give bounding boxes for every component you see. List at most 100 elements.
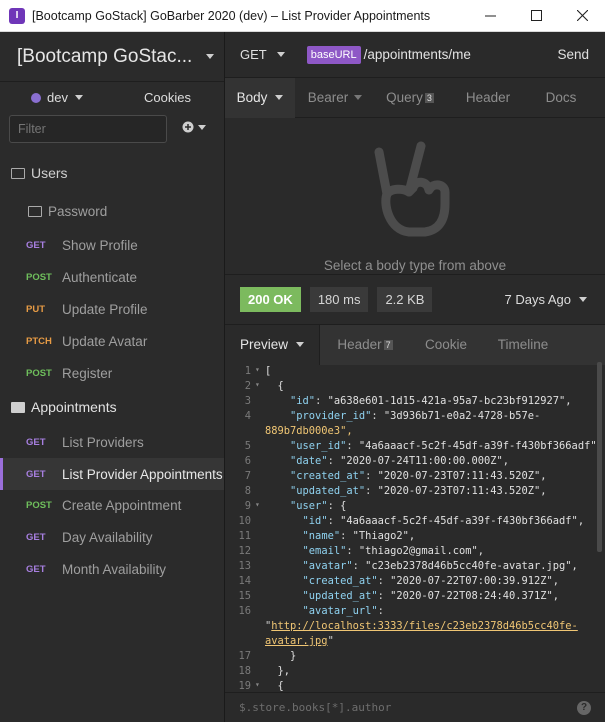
folder-users[interactable]: Users: [0, 157, 224, 189]
environment-selector[interactable]: dev: [31, 90, 83, 105]
tab-cookie[interactable]: Cookie: [410, 324, 482, 365]
request-label: Show Profile: [62, 237, 138, 253]
json-line: 11 "name": "Thiago2",: [225, 530, 605, 545]
help-icon[interactable]: ?: [577, 700, 591, 715]
response-filter-input[interactable]: $.store.books[*].author: [239, 701, 391, 714]
json-line-text: "email": "thiago2@gmail.com",: [302, 545, 484, 557]
sidebar-item-register[interactable]: POST Register: [0, 357, 224, 389]
plus-circle-icon: [182, 121, 194, 133]
json-line: 14 "created_at": "2020-07-22T07:00:39.91…: [225, 575, 605, 590]
chevron-down-icon: [206, 54, 215, 59]
json-line: 18 },: [225, 665, 605, 680]
method-badge: PUT: [26, 303, 45, 315]
sidebar-item-day-availability[interactable]: GET Day Availability: [0, 521, 224, 553]
json-line-text: [: [265, 365, 272, 377]
method-badge: POST: [26, 367, 52, 379]
json-line-text: "user": {: [290, 500, 347, 512]
line-number: 1: [244, 365, 251, 377]
folder-label: Users: [31, 165, 68, 181]
line-number: 4: [244, 410, 251, 422]
tab-label: Header: [337, 337, 382, 352]
environment-color-dot: [31, 92, 41, 103]
tab-label: Query: [386, 90, 423, 105]
folder-password[interactable]: Password: [0, 195, 224, 227]
tab-response-header[interactable]: Header 7: [320, 324, 410, 365]
json-line: 5 "user_id": "4a6aaacf-5c2f-45df-a39f-f4…: [225, 440, 605, 455]
method-badge: POST: [26, 499, 52, 511]
json-line: 889b7db000e3",: [225, 425, 605, 440]
line-number: 12: [238, 545, 251, 557]
fold-toggle-icon[interactable]: ▾: [255, 680, 265, 689]
tab-body[interactable]: Body: [225, 77, 295, 118]
sidebar-item-month-availability[interactable]: GET Month Availability: [0, 553, 224, 585]
json-line-text: "http://localhost:3333/files/c23eb2378d4…: [265, 620, 578, 632]
response-filter-bar: $.store.books[*].author ?: [225, 692, 605, 722]
method-badge: GET: [26, 531, 46, 543]
sidebar-item-list-providers[interactable]: GET List Providers: [0, 426, 224, 458]
sidebar-item-authenticate[interactable]: POST Authenticate: [0, 261, 224, 293]
folder-label: Password: [48, 203, 108, 219]
tab-query[interactable]: Query 3: [375, 78, 445, 118]
line-number: 14: [238, 575, 251, 587]
json-line-text: "avatar": "c23eb2378d46b5cc40fe-avatar.j…: [302, 560, 578, 572]
request-label: Day Availability: [62, 529, 153, 545]
chevron-down-icon: [354, 95, 363, 100]
json-line-text: 889b7db000e3",: [265, 425, 353, 437]
line-number: 17: [238, 650, 251, 662]
workspace-selector[interactable]: [Bootcamp GoStac...: [0, 32, 224, 82]
json-line: 7 "created_at": "2020-07-23T07:11:43.520…: [225, 470, 605, 485]
line-number: 15: [238, 590, 251, 602]
fold-toggle-icon[interactable]: ▾: [255, 380, 265, 389]
tab-count-badge: 7: [383, 339, 393, 350]
sidebar-item-update-avatar[interactable]: PTCH Update Avatar: [0, 325, 224, 357]
tab-preview[interactable]: Preview: [225, 324, 320, 365]
filter-input[interactable]: [9, 115, 167, 143]
folder-label: Appointments: [31, 399, 117, 415]
workspace-name: [Bootcamp GoStac...: [17, 45, 193, 67]
json-line: 17 }: [225, 650, 605, 665]
maximize-icon[interactable]: [513, 0, 559, 32]
response-json-viewer[interactable]: 1 ▾[2 ▾ {3 "id": "a638e601-1d15-421a-95a7-…: [225, 365, 605, 692]
close-icon[interactable]: [559, 0, 605, 32]
line-number: 8: [244, 485, 251, 497]
tab-docs[interactable]: Docs: [531, 78, 591, 118]
tab-label: Body: [236, 90, 268, 105]
json-line-text: {: [265, 680, 284, 692]
chevron-down-icon: [276, 52, 285, 57]
fold-toggle-icon[interactable]: ▾: [255, 365, 265, 374]
response-history-selector[interactable]: 7 Days Ago: [504, 292, 587, 307]
request-label: Create Appointment: [62, 497, 182, 513]
tab-header[interactable]: Header: [445, 78, 531, 118]
method-label: GET: [240, 47, 267, 62]
tab-timeline[interactable]: Timeline: [482, 324, 564, 365]
fold-toggle-icon[interactable]: ▾: [255, 500, 265, 509]
response-tabs: Preview Header 7 Cookie Timeline: [225, 324, 605, 365]
line-number: 3: [244, 395, 251, 407]
response-scrollbar[interactable]: [597, 362, 602, 552]
url-bar: GET baseURL /appointments/me Send: [225, 32, 605, 78]
response-age-label: 7 Days Ago: [504, 292, 572, 307]
line-number: 7: [244, 470, 251, 482]
sidebar-item-update-profile[interactable]: PUT Update Profile: [0, 293, 224, 325]
minimize-icon[interactable]: [467, 0, 513, 32]
json-line: 9 ▾ "user": {: [225, 500, 605, 515]
base-url-variable-chip[interactable]: baseURL: [306, 45, 361, 64]
window-title: [Bootcamp GoStack] GoBarber 2020 (dev) –…: [32, 8, 431, 23]
json-line-text: "provider_id": "3d936b71-e0a2-4728-b57e-: [290, 410, 541, 422]
window-titlebar: I [Bootcamp GoStack] GoBarber 2020 (dev)…: [0, 0, 605, 32]
url-input[interactable]: /appointments/me: [364, 47, 471, 62]
send-button[interactable]: Send: [557, 47, 589, 62]
insomnia-app-icon: I: [9, 7, 25, 24]
sidebar-item-show-profile[interactable]: GET Show Profile: [0, 229, 224, 261]
body-type-hint: Select a body type from above: [323, 258, 507, 273]
add-item-button[interactable]: [182, 121, 206, 133]
tab-bearer[interactable]: Bearer: [295, 78, 375, 118]
chevron-down-icon: [275, 95, 284, 100]
method-selector[interactable]: GET: [240, 47, 285, 62]
cookies-button[interactable]: Cookies: [144, 90, 191, 105]
folder-appointments[interactable]: Appointments: [0, 391, 224, 423]
sidebar-item-list-provider-appointments[interactable]: GET List Provider Appointments: [0, 458, 224, 490]
request-label: List Providers: [62, 434, 144, 450]
folder-icon: [28, 205, 42, 217]
sidebar-item-create-appointment[interactable]: POST Create Appointment: [0, 489, 224, 521]
